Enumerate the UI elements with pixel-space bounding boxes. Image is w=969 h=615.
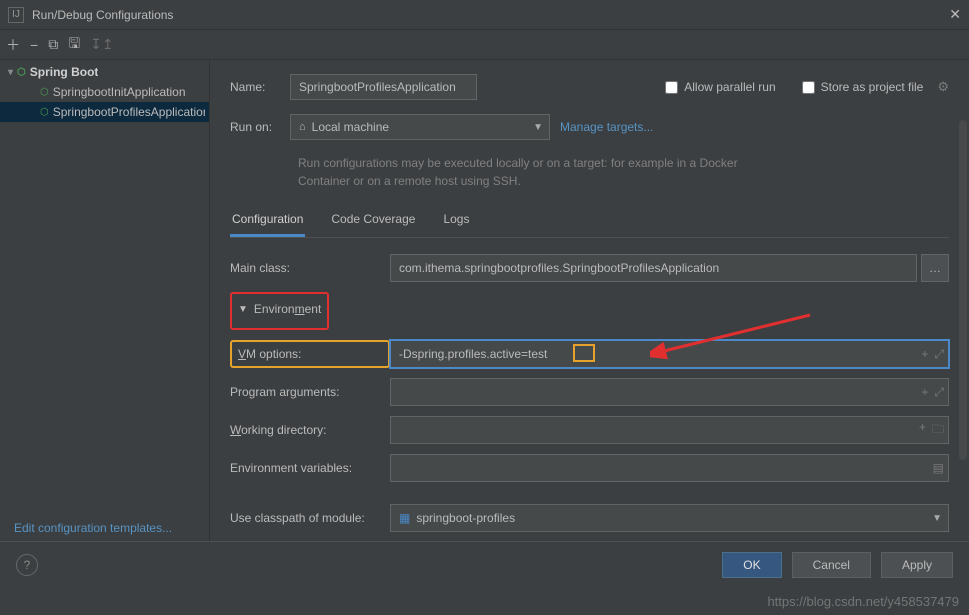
tab-logs[interactable]: Logs	[441, 206, 471, 237]
tree-item-springboot-init[interactable]: ⬡ SpringbootInitApplication	[0, 82, 209, 102]
runon-help-text: Run configurations may be executed local…	[298, 154, 778, 190]
program-args-input[interactable]: + ⤢	[390, 378, 949, 406]
allow-parallel-checkbox[interactable]: Allow parallel run	[665, 80, 775, 94]
main-class-label: Main class:	[230, 261, 390, 275]
module-icon: ▦	[399, 511, 410, 525]
tree-item-springboot-profiles[interactable]: ⬡ SpringbootProfilesApplication	[0, 102, 209, 122]
remove-config-button[interactable]: −	[30, 37, 38, 53]
copy-config-button[interactable]: ⧉	[48, 36, 58, 53]
save-config-button[interactable]: 🖫	[68, 33, 80, 57]
chevron-down-icon: ▼	[238, 304, 248, 315]
classpath-combo[interactable]: ▦ springboot-profiles ▼	[390, 504, 949, 532]
name-label: Name:	[230, 80, 280, 94]
add-icon[interactable]: +	[921, 347, 928, 362]
browse-main-class-button[interactable]: …	[921, 254, 949, 282]
folder-icon[interactable]: 🗀	[932, 420, 944, 441]
chevron-down-icon: ▼	[533, 122, 543, 133]
expand-icon[interactable]: ⤢	[934, 347, 944, 362]
spring-icon: ⬡	[40, 107, 49, 118]
edit-templates-link[interactable]: Edit configuration templates...	[14, 521, 172, 535]
config-tree: ▾ ⬡ Spring Boot ⬡ SpringbootInitApplicat…	[0, 60, 210, 565]
working-dir-label: Working directory:	[230, 423, 390, 437]
program-args-label: Program arguments:	[230, 385, 390, 399]
content-panel: Name: Allow parallel run Store as projec…	[210, 60, 969, 565]
dialog-title: Run/Debug Configurations	[32, 8, 949, 22]
environment-section-header[interactable]: ▼ Environment	[238, 302, 321, 316]
tab-code-coverage[interactable]: Code Coverage	[329, 206, 417, 237]
name-input[interactable]	[290, 74, 477, 100]
ok-button[interactable]: OK	[722, 552, 781, 578]
env-vars-input[interactable]: ▤	[390, 454, 949, 482]
vertical-scrollbar[interactable]	[959, 120, 967, 460]
sort-config-button[interactable]: ↧↥	[90, 36, 113, 53]
chevron-down-icon: ▼	[932, 513, 942, 524]
home-icon: ⌂	[299, 121, 306, 133]
env-vars-label: Environment variables:	[230, 461, 390, 475]
add-config-button[interactable]: ＋	[6, 35, 20, 55]
chevron-down-icon: ▾	[8, 67, 13, 78]
runon-combo[interactable]: ⌂ Local machine ▼	[290, 114, 550, 140]
store-project-checkbox[interactable]: Store as project file	[802, 80, 924, 94]
tab-configuration[interactable]: Configuration	[230, 206, 305, 237]
classpath-label: Use classpath of module:	[230, 511, 390, 525]
working-dir-input[interactable]: + 🗀	[390, 416, 949, 444]
list-icon[interactable]: ▤	[933, 461, 944, 475]
tree-root-spring-boot[interactable]: ▾ ⬡ Spring Boot	[0, 62, 209, 82]
spring-icon: ⬡	[17, 67, 26, 78]
gear-icon[interactable]: ⚙	[937, 79, 949, 95]
watermark: https://blog.csdn.net/y458537479	[767, 594, 959, 609]
apply-button[interactable]: Apply	[881, 552, 953, 578]
help-button[interactable]: ?	[16, 554, 38, 576]
close-icon[interactable]: ✕	[949, 6, 961, 23]
vm-options-label: VM options:	[238, 347, 301, 361]
cancel-button[interactable]: Cancel	[792, 552, 871, 578]
spring-icon: ⬡	[40, 87, 49, 98]
app-logo-icon: IJ	[8, 7, 24, 23]
add-icon[interactable]: +	[919, 420, 926, 441]
vm-options-input[interactable]: -Dspring.profiles.active=test + ⤢	[390, 340, 949, 368]
runon-label: Run on:	[230, 120, 280, 134]
manage-targets-link[interactable]: Manage targets...	[560, 120, 653, 134]
main-class-input[interactable]: com.ithema.springbootprofiles.Springboot…	[390, 254, 917, 282]
add-icon[interactable]: +	[921, 385, 928, 400]
expand-icon[interactable]: ⤢	[934, 385, 944, 400]
